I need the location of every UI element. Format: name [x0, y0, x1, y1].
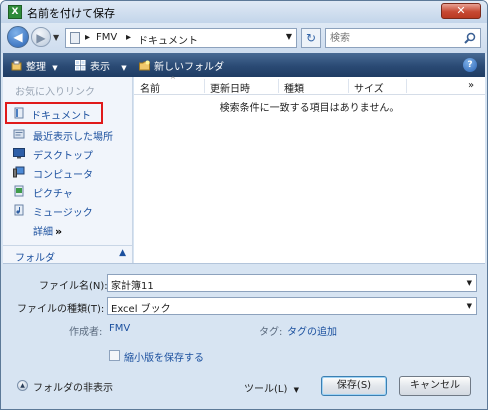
- refresh-button[interactable]: ↻: [301, 28, 321, 48]
- help-icon[interactable]: ?: [463, 58, 477, 72]
- search-box[interactable]: [325, 28, 481, 48]
- organize-menu[interactable]: 整理 ▼: [11, 58, 58, 73]
- author-label: 作成者:: [69, 327, 103, 338]
- sidebar-item-label: ピクチャ: [33, 189, 73, 200]
- save-button[interactable]: 保存(S): [321, 376, 387, 396]
- save-as-dialog: X 名前を付けて保存 ✕ ◀ ▶ ▼ ▸ FMV ▸ ドキュメント ▼ ↻ 検索…: [0, 0, 488, 410]
- chevron-right-icon: »: [55, 225, 63, 238]
- column-divider[interactable]: [278, 79, 279, 93]
- views-dropdown-icon: ▼: [121, 64, 127, 72]
- column-header-name[interactable]: 名前: [140, 80, 160, 95]
- column-divider[interactable]: [204, 79, 205, 93]
- computer-icon: [13, 166, 25, 178]
- chevron-up-icon: ▲: [119, 248, 126, 258]
- forward-button[interactable]: ▶: [31, 27, 51, 47]
- sidebar-item-label: コンピュータ: [33, 170, 93, 181]
- navigation-pane: お気に入りリンク ドキュメント 最近表示した場所 デスクトップ コンピュータ ピ…: [3, 77, 133, 264]
- author-value[interactable]: FMV: [109, 323, 130, 334]
- address-bar[interactable]: ▸ FMV ▸ ドキュメント ▼: [65, 28, 297, 48]
- refresh-icon: ↻: [305, 31, 317, 45]
- address-dropdown-icon[interactable]: ▼: [286, 32, 292, 41]
- close-icon: ✕: [456, 4, 466, 17]
- forward-arrow-icon: ▶: [36, 31, 46, 45]
- pictures-icon: [14, 185, 24, 197]
- breadcrumb-documents[interactable]: ドキュメント: [138, 32, 198, 47]
- desktop-icon: [13, 148, 25, 159]
- close-button[interactable]: ✕: [441, 3, 481, 19]
- column-divider[interactable]: [348, 79, 349, 93]
- folders-toggle[interactable]: フォルダ ▲: [3, 245, 132, 264]
- sidebar-item-label: ミュージック: [33, 208, 93, 219]
- tools-menu[interactable]: ツール(L) ▼: [244, 380, 299, 395]
- hide-folders-label[interactable]: フォルダの非表示: [33, 379, 113, 394]
- sidebar-item-computer[interactable]: コンピュータ: [7, 163, 127, 181]
- recent-places-icon: [13, 129, 25, 139]
- breadcrumb-separator-icon: ▸: [126, 32, 132, 43]
- column-header-row: 名前 ^ 更新日時 種類 サイズ »: [134, 76, 485, 95]
- documents-icon: [14, 107, 24, 119]
- excel-app-icon: X: [8, 5, 22, 19]
- chevron-up-icon: ▲: [20, 382, 25, 389]
- music-icon: [14, 204, 24, 216]
- sidebar-item-label: ドキュメント: [31, 111, 91, 122]
- search-input[interactable]: [330, 31, 450, 45]
- views-label: 表示: [90, 62, 110, 73]
- window-title: 名前を付けて保存: [27, 7, 115, 20]
- chevron-down-icon[interactable]: ▼: [467, 279, 472, 287]
- details-link[interactable]: 詳細»: [33, 223, 62, 238]
- filetype-value: Excel ブック: [111, 304, 171, 315]
- save-thumbnail-label[interactable]: 縮小版を保存する: [124, 349, 204, 364]
- column-header-type[interactable]: 種類: [284, 80, 304, 95]
- filename-field[interactable]: 家計簿11 ▼: [107, 274, 477, 292]
- save-thumbnail-checkbox[interactable]: [109, 350, 120, 361]
- more-columns-icon[interactable]: »: [468, 80, 474, 91]
- folders-label: フォルダ: [15, 253, 55, 264]
- breadcrumb-separator-icon: ▸: [85, 32, 91, 43]
- hide-folders-toggle[interactable]: ▲: [17, 380, 28, 391]
- organize-label: 整理: [26, 62, 46, 73]
- views-menu[interactable]: 表示 ▼: [75, 58, 127, 73]
- title-bar: X 名前を付けて保存 ✕: [1, 1, 487, 23]
- tools-label: ツール(L): [244, 384, 288, 395]
- sidebar-item-label: デスクトップ: [33, 151, 93, 162]
- filename-label: ファイル名(N):: [39, 281, 108, 292]
- new-folder-label: 新しいフォルダ: [154, 62, 224, 73]
- sidebar-item-recent-places[interactable]: 最近表示した場所: [7, 125, 127, 143]
- sidebar-item-desktop[interactable]: デスクトップ: [7, 144, 127, 162]
- filename-value: 家計簿11: [111, 281, 154, 292]
- navigation-bar: ◀ ▶ ▼ ▸ FMV ▸ ドキュメント ▼ ↻: [1, 23, 487, 53]
- chevron-down-icon[interactable]: ▼: [467, 302, 472, 310]
- views-icon: [75, 60, 86, 71]
- favorite-links-heading: お気に入りリンク: [15, 87, 95, 98]
- tools-dropdown-icon: ▼: [293, 386, 299, 394]
- new-folder-button[interactable]: 新しいフォルダ: [139, 58, 224, 73]
- cancel-button[interactable]: キャンセル: [399, 376, 471, 396]
- organize-icon: [11, 60, 22, 71]
- recent-pages-dropdown[interactable]: ▼: [53, 33, 59, 42]
- tags-label: タグ:: [259, 327, 283, 338]
- breadcrumb-fmv[interactable]: FMV: [96, 32, 117, 43]
- empty-folder-message: 検索条件に一致する項目はありません。: [219, 103, 400, 114]
- search-icon[interactable]: [464, 32, 476, 44]
- sidebar-item-pictures[interactable]: ピクチャ: [7, 182, 127, 200]
- file-list-pane: 名前 ^ 更新日時 種類 サイズ » 検索条件に一致する項目はありません。: [134, 76, 485, 263]
- new-folder-icon: [139, 60, 150, 71]
- organize-dropdown-icon: ▼: [52, 64, 58, 72]
- filetype-select[interactable]: Excel ブック ▼: [107, 297, 477, 315]
- back-arrow-icon: ◀: [13, 30, 23, 44]
- column-header-size[interactable]: サイズ: [354, 80, 384, 95]
- folder-location-icon: [70, 32, 80, 44]
- tags-value[interactable]: タグの追加: [287, 323, 337, 338]
- sidebar-item-music[interactable]: ミュージック: [7, 201, 127, 219]
- sidebar-item-label: 最近表示した場所: [33, 132, 113, 143]
- command-toolbar: 整理 ▼ 表示 ▼ 新しいフォルダ ?: [3, 53, 485, 77]
- column-divider[interactable]: [406, 79, 407, 93]
- sidebar-item-documents[interactable]: ドキュメント: [5, 102, 103, 124]
- filetype-label: ファイルの種類(T):: [17, 304, 105, 315]
- back-button[interactable]: ◀: [7, 26, 29, 48]
- sort-ascending-icon: ^: [170, 76, 176, 84]
- column-header-modified[interactable]: 更新日時: [210, 80, 250, 95]
- details-label: 詳細: [33, 227, 53, 238]
- save-options-panel: ファイル名(N): 家計簿11 ▼ ファイルの種類(T): Excel ブック …: [3, 263, 485, 409]
